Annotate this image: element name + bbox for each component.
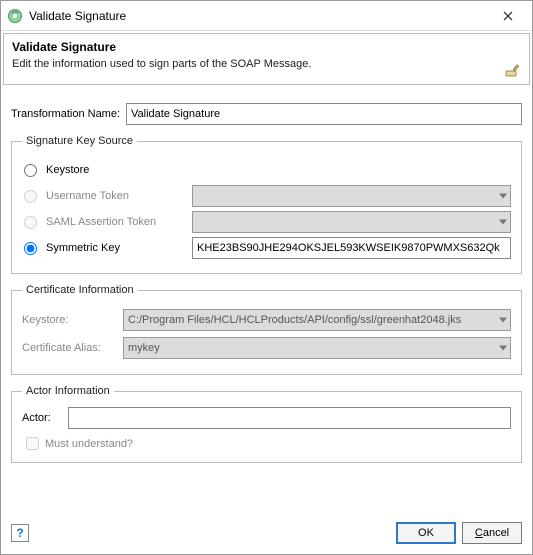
keystore-path-select: C:/Program Files/HCL/HCLProducts/API/con… xyxy=(123,309,511,331)
actor-label: Actor: xyxy=(22,412,62,424)
transformation-name-label: Transformation Name: xyxy=(11,108,120,120)
dialog-title: Validate Signature xyxy=(12,40,521,54)
signature-key-source-legend: Signature Key Source xyxy=(22,135,137,147)
transformation-name-row: Transformation Name: xyxy=(11,103,522,125)
ok-button[interactable]: OK xyxy=(396,522,456,544)
close-button[interactable] xyxy=(490,3,526,29)
username-token-row: Username Token xyxy=(22,183,511,209)
certificate-information-group: Certificate Information Keystore: C:/Pro… xyxy=(11,284,522,375)
saml-token-value xyxy=(192,211,511,233)
help-icon: ? xyxy=(16,526,23,540)
certificate-alias-value: mykey xyxy=(123,337,511,359)
cancel-button[interactable]: Cancel xyxy=(462,522,522,544)
window-title: Validate Signature xyxy=(29,9,490,23)
chevron-down-icon xyxy=(499,346,507,351)
dialog-body: Transformation Name: Signature Key Sourc… xyxy=(1,85,532,518)
symmetric-key-row: Symmetric Key xyxy=(22,235,511,261)
saml-token-select xyxy=(192,211,511,233)
keystore-radio-label: Keystore xyxy=(46,164,186,176)
actor-input[interactable] xyxy=(68,407,511,429)
keystore-radio-row: Keystore xyxy=(22,157,511,183)
certificate-alias-select: mykey xyxy=(123,337,511,359)
certificate-alias-label: Certificate Alias: xyxy=(22,342,117,354)
saml-token-row: SAML Assertion Token xyxy=(22,209,511,235)
signature-key-source-group: Signature Key Source Keystore Username T… xyxy=(11,135,522,274)
window-titlebar: Validate Signature xyxy=(1,1,532,31)
symmetric-key-label: Symmetric Key xyxy=(46,242,186,254)
ok-button-label: OK xyxy=(418,527,434,539)
symmetric-key-radio[interactable] xyxy=(24,242,37,255)
must-understand-label: Must understand? xyxy=(45,438,133,450)
cancel-button-label: ancel xyxy=(483,527,509,539)
actor-information-legend: Actor Information xyxy=(22,385,114,397)
app-icon xyxy=(7,8,23,24)
must-understand-checkbox xyxy=(26,437,39,450)
username-token-label: Username Token xyxy=(46,190,186,202)
keystore-path-label: Keystore: xyxy=(22,314,117,326)
chevron-down-icon xyxy=(499,318,507,323)
dialog-header: Validate Signature Edit the information … xyxy=(3,33,530,85)
chevron-down-icon xyxy=(499,194,507,199)
username-token-select xyxy=(192,185,511,207)
saml-token-label: SAML Assertion Token xyxy=(46,216,186,228)
chevron-down-icon xyxy=(499,220,507,225)
username-token-radio xyxy=(24,190,37,203)
actor-information-group: Actor Information Actor: Must understand… xyxy=(11,385,522,463)
help-button[interactable]: ? xyxy=(11,524,29,542)
keystore-path-value: C:/Program Files/HCL/HCLProducts/API/con… xyxy=(123,309,511,331)
actor-row: Actor: xyxy=(22,407,511,429)
certificate-information-legend: Certificate Information xyxy=(22,284,138,296)
dialog-description: Edit the information used to sign parts … xyxy=(12,58,521,70)
transformation-name-input[interactable] xyxy=(126,103,522,125)
symmetric-key-input[interactable] xyxy=(192,237,511,259)
edit-icon xyxy=(505,62,521,78)
keystore-radio[interactable] xyxy=(24,164,37,177)
saml-token-radio xyxy=(24,216,37,229)
username-token-value xyxy=(192,185,511,207)
certificate-alias-row: Certificate Alias: mykey xyxy=(22,334,511,362)
must-understand-row: Must understand? xyxy=(26,437,511,450)
keystore-path-row: Keystore: C:/Program Files/HCL/HCLProduc… xyxy=(22,306,511,334)
dialog-footer: ? OK Cancel xyxy=(1,518,532,554)
